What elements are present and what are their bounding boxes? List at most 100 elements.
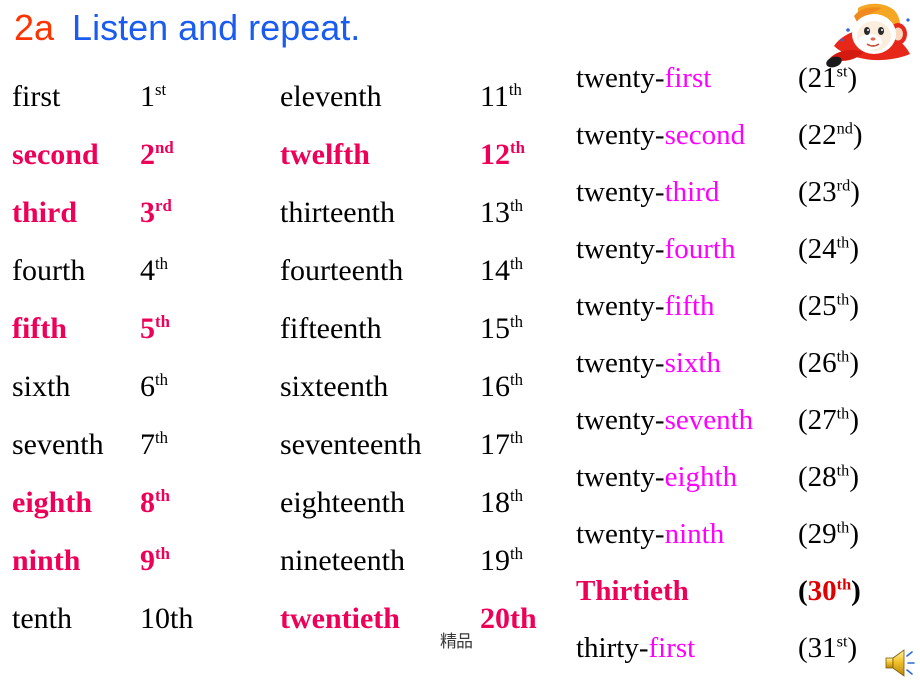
ordinal-row: nineteenth 19th [280,544,568,602]
ordinal-prefix: twenty- [576,176,665,208]
ordinal-word: eighth [12,486,93,519]
ordinal-row: twenty-ninth (29th) [576,518,920,575]
ordinal-prefix: twenty- [576,290,665,322]
ordinal-number: 17th [480,428,524,461]
ordinal-word: tenth [12,602,72,635]
speaker-icon[interactable] [884,646,918,680]
ordinal-number: 2nd [140,138,174,171]
ordinal-number: (31st) [798,632,858,664]
page-title: 2a Listen and repeat. [14,6,360,50]
ordinal-number: 7th [140,428,169,461]
ordinal-row: thirteenth 13th [280,196,568,254]
ordinal-number: 19th [480,544,524,577]
ordinal-row: fourteenth 14th [280,254,568,312]
ordinal-accent-word: first [664,62,712,94]
ordinal-row: twenty-eighth (28th) [576,461,920,518]
ordinal-prefix: twenty- [576,404,665,436]
title-instruction: Listen and repeat. [72,7,361,48]
ordinal-word: fifteenth [280,312,382,345]
ordinal-number: (26th) [798,347,859,379]
ordinals-column-3: twenty-first (21st) twenty-second (22nd) twe… [576,62,920,689]
title-exercise-number: 2a [14,7,55,48]
ordinal-word: third [12,196,78,229]
ordinal-number: 6th [140,370,169,403]
ordinal-row: tenth 10th [12,602,274,660]
ordinal-row: fifteenth 15th [280,312,568,370]
ordinal-row: twenty-fourth (24th) [576,233,920,290]
ordinal-number: 20th [480,602,537,635]
ordinal-word: eighteenth [280,486,405,519]
ordinal-number: 12th [480,138,525,171]
ordinal-number: 14th [480,254,524,287]
ordinal-number: (29th) [798,518,859,550]
ordinal-word: nineteenth [280,544,405,577]
ordinal-number: 16th [480,370,524,403]
ordinal-row: fourth 4th [12,254,274,312]
ordinal-prefix: twenty- [576,518,665,550]
ordinal-row: fifth 5th [12,312,274,370]
ordinal-number: (28th) [798,461,859,493]
ordinal-word: first [12,80,61,113]
ordinal-word: sixth [12,370,71,403]
ordinal-phrase: thirty-first [576,632,798,665]
ordinal-number: 10th [140,602,194,635]
ordinals-column-1: first 1st second 2nd third 3rd fourth 4th fifth 5… [12,80,274,660]
ordinal-row: eleventh 11th [280,80,568,138]
ordinal-accent-word: first [648,632,696,664]
ordinal-row: eighth 8th [12,486,274,544]
ordinal-row: twelfth 12th [280,138,568,196]
ordinal-number: 9th [140,544,170,577]
ordinal-row: third 3rd [12,196,274,254]
ordinal-word: seventh [12,428,104,461]
ordinal-row: twenty-sixth (26th) [576,347,920,404]
ordinal-row: twenty-first (21st) [576,62,920,119]
ordinal-word: fourteenth [280,254,404,287]
ordinal-prefix: twenty- [576,233,665,265]
ordinal-phrase: twenty-eighth [576,461,798,494]
ordinal-number: (24th) [798,233,859,265]
ordinal-word: second [12,138,99,171]
ordinal-accent-word: third [664,176,720,208]
ordinal-phrase: twenty-ninth [576,518,798,551]
ordinal-number: (22nd) [798,119,863,151]
ordinal-number: 13th [480,196,524,229]
ordinal-row: twenty-fifth (25th) [576,290,920,347]
ordinal-phrase: twenty-second [576,119,798,152]
ordinal-accent-word: Thirtieth [576,575,689,607]
ordinal-prefix: twenty- [576,62,665,94]
ordinal-phrase: twenty-fifth [576,290,798,323]
ordinals-column-2: eleventh 11th twelfth 12th thirteenth 13th fou… [280,80,568,660]
ordinal-row: ninth 9th [12,544,274,602]
ordinal-number: 3rd [140,196,172,229]
ordinal-accent-word: sixth [664,347,721,379]
ordinal-row: first 1st [12,80,274,138]
ordinal-number: 8th [140,486,170,519]
ordinal-accent-word: eighth [664,461,738,493]
ordinal-row: twentieth 20th [280,602,568,660]
ordinal-row: sixth 6th [12,370,274,428]
ordinal-phrase: twenty-first [576,62,798,95]
ordinal-word: fourth [12,254,86,287]
ordinal-row: seventh 7th [12,428,274,486]
ordinal-phrase: Thirtieth [576,575,798,608]
ordinal-word: ninth [12,544,81,577]
ordinal-row: second 2nd [12,138,274,196]
ordinal-row: twenty-third (23rd) [576,176,920,233]
ordinal-word: sixteenth [280,370,389,403]
ordinal-number: (27th) [798,404,859,436]
ordinal-word: twelfth [280,138,370,171]
monkey-icon [824,0,916,68]
ordinal-number: 18th [480,486,524,519]
ordinal-row: eighteenth 18th [280,486,568,544]
ordinal-number: (21st) [798,62,858,94]
ordinal-number: (23rd) [798,176,860,208]
ordinal-prefix: twenty- [576,119,665,151]
ordinal-accent-word: seventh [664,404,754,436]
ordinal-number: 1st [140,80,167,113]
slide-canvas: 2a Listen and repeat. first 1st second 2… [0,0,920,690]
ordinal-row: twenty-second (22nd) [576,119,920,176]
ordinal-row: thirty-first (31st) [576,632,920,689]
ordinal-number: (25th) [798,290,859,322]
ordinal-word: thirteenth [280,196,395,229]
ordinal-phrase: twenty-sixth [576,347,798,380]
